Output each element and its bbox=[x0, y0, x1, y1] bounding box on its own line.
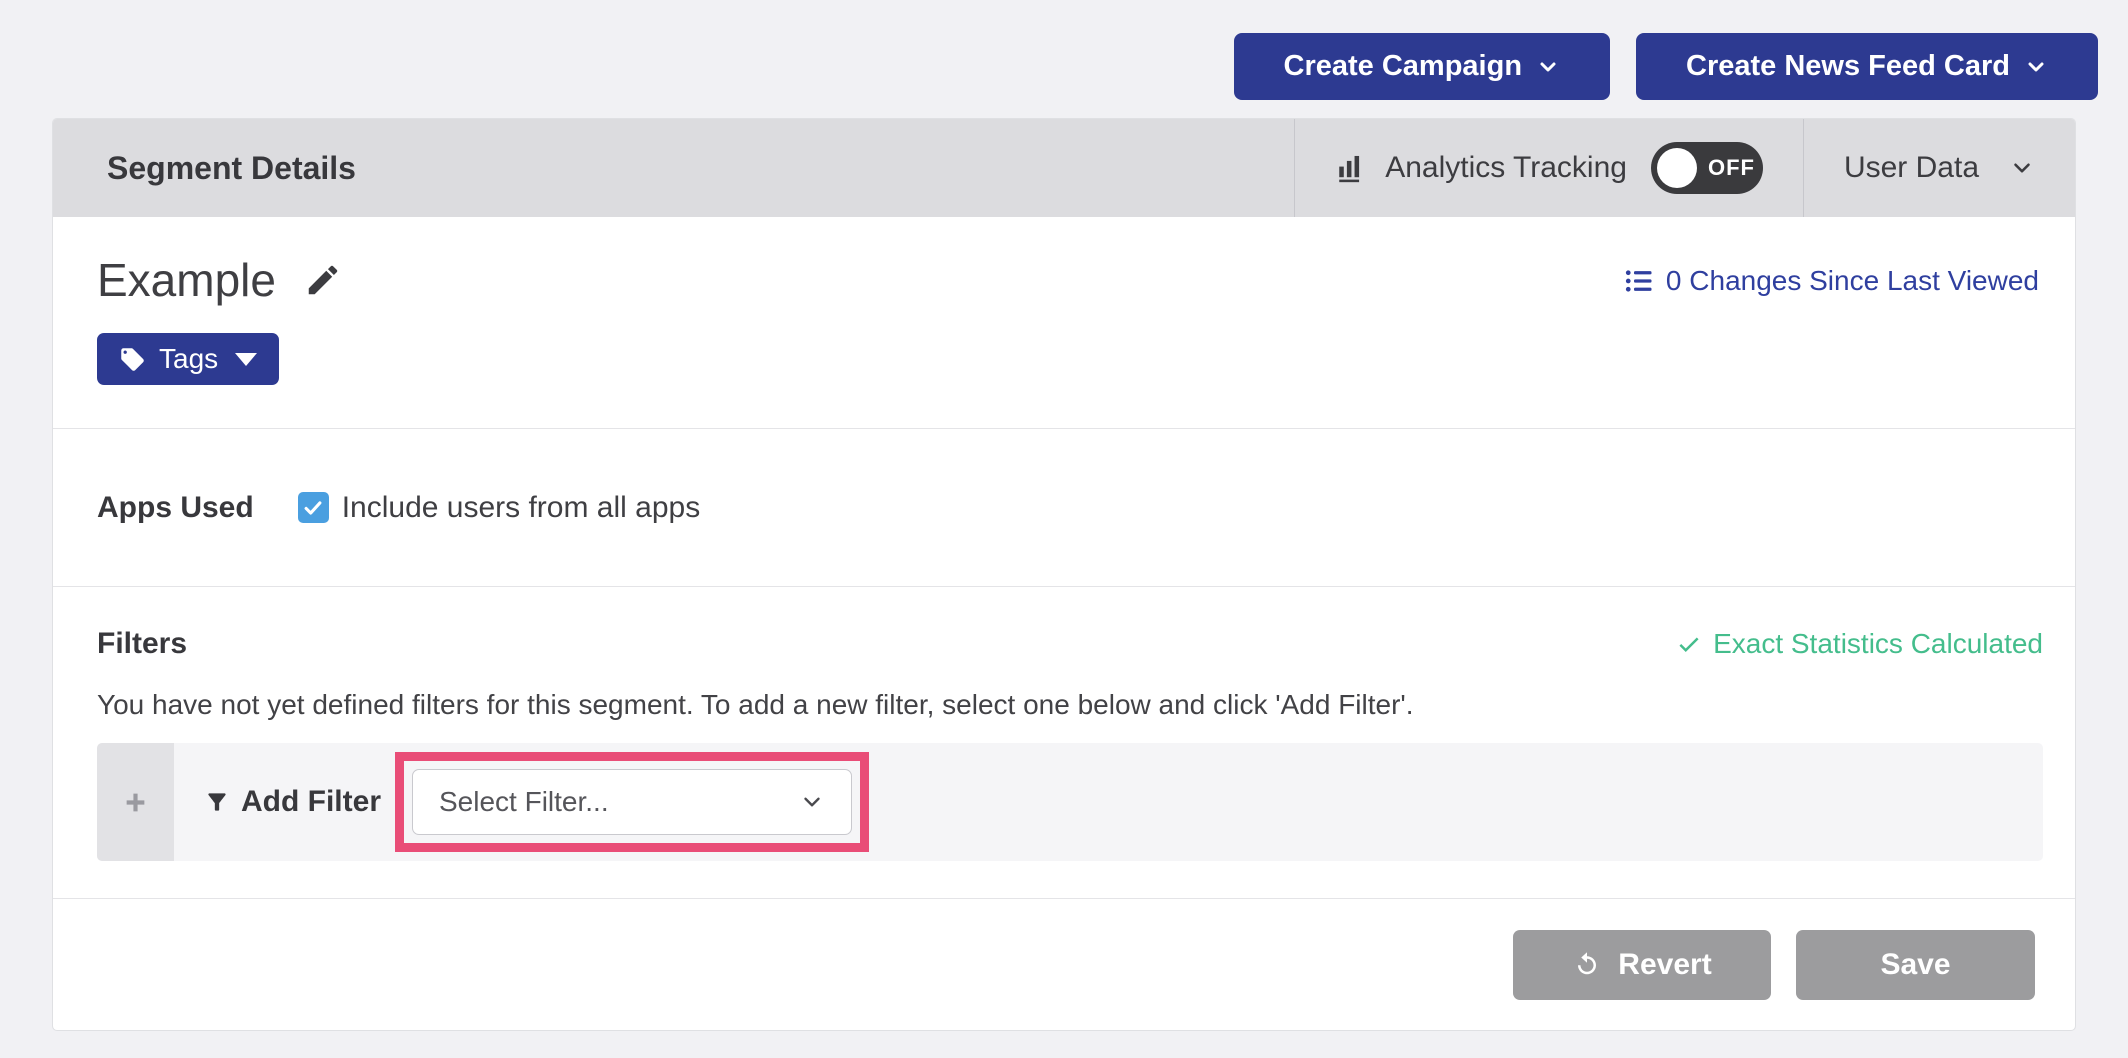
funnel-icon bbox=[204, 789, 230, 815]
page-title: Segment Details bbox=[53, 119, 356, 217]
changes-link-label: 0 Changes Since Last Viewed bbox=[1666, 265, 2039, 297]
exact-statistics-label: Exact Statistics Calculated bbox=[1713, 628, 2043, 660]
user-data-label: User Data bbox=[1844, 151, 1979, 185]
tags-label: Tags bbox=[159, 343, 218, 375]
create-campaign-button[interactable]: Create Campaign bbox=[1234, 33, 1611, 100]
revert-icon bbox=[1572, 950, 1602, 980]
filters-title: Filters bbox=[97, 627, 187, 661]
highlight-annotation-box: Select Filter... bbox=[395, 752, 869, 852]
card-footer: Revert Save bbox=[53, 898, 2075, 1031]
pencil-icon bbox=[304, 261, 342, 299]
filters-section: Filters Exact Statistics Calculated You … bbox=[53, 586, 2075, 898]
save-label: Save bbox=[1880, 948, 1950, 982]
create-news-feed-card-label: Create News Feed Card bbox=[1686, 50, 2010, 83]
title-left: Example Tags bbox=[97, 257, 342, 385]
title-section: Example Tags 0 Changes bbox=[53, 217, 2075, 428]
exact-statistics-status: Exact Statistics Calculated bbox=[1676, 628, 2043, 660]
include-all-apps-label: Include users from all apps bbox=[342, 491, 701, 525]
change-list-icon bbox=[1624, 266, 1654, 296]
chevron-down-icon bbox=[799, 789, 825, 815]
tag-icon bbox=[119, 346, 146, 373]
toggle-knob bbox=[1657, 148, 1697, 188]
include-all-apps-row: Include users from all apps bbox=[298, 491, 701, 525]
chevron-down-icon bbox=[1536, 55, 1560, 79]
analytics-tracking-toggle[interactable]: OFF bbox=[1651, 142, 1763, 194]
caret-down-icon bbox=[235, 353, 257, 366]
create-news-feed-card-button[interactable]: Create News Feed Card bbox=[1636, 33, 2098, 100]
select-filter-placeholder: Select Filter... bbox=[439, 786, 609, 818]
changes-since-last-viewed-link[interactable]: 0 Changes Since Last Viewed bbox=[1624, 265, 2039, 297]
save-button[interactable]: Save bbox=[1796, 930, 2035, 1000]
check-icon bbox=[1676, 631, 1702, 657]
include-all-apps-checkbox[interactable] bbox=[298, 492, 329, 523]
top-action-bar: Create Campaign Create News Feed Card bbox=[0, 0, 2128, 118]
select-filter-dropdown[interactable]: Select Filter... bbox=[412, 769, 852, 835]
add-filter-plus-button[interactable] bbox=[97, 743, 174, 861]
card-header: Segment Details Analytics Tracking OFF U… bbox=[53, 119, 2075, 217]
add-filter-row: Add Filter Select Filter... bbox=[97, 743, 2043, 861]
filters-empty-message: You have not yet defined filters for thi… bbox=[97, 689, 2043, 721]
analytics-tracking-section: Analytics Tracking OFF bbox=[1294, 119, 1803, 217]
add-filter-label-group: Add Filter bbox=[204, 785, 381, 819]
analytics-tracking-label: Analytics Tracking bbox=[1385, 151, 1627, 185]
toggle-state-label: OFF bbox=[1708, 155, 1755, 181]
revert-button[interactable]: Revert bbox=[1513, 930, 1771, 1000]
segment-details-card: Segment Details Analytics Tracking OFF U… bbox=[52, 118, 2076, 1031]
add-filter-label: Add Filter bbox=[241, 785, 381, 819]
revert-label: Revert bbox=[1618, 948, 1711, 982]
plus-icon bbox=[123, 790, 148, 815]
chevron-down-icon bbox=[2024, 55, 2048, 79]
apps-used-section: Apps Used Include users from all apps bbox=[53, 428, 2075, 586]
user-data-dropdown[interactable]: User Data bbox=[1803, 119, 2075, 217]
chevron-down-icon bbox=[2009, 155, 2035, 181]
bar-chart-icon bbox=[1335, 151, 1369, 185]
apps-used-label: Apps Used bbox=[97, 491, 254, 525]
segment-name: Example bbox=[97, 257, 276, 303]
check-icon bbox=[302, 497, 324, 519]
create-campaign-label: Create Campaign bbox=[1284, 50, 1523, 83]
card-header-right: Analytics Tracking OFF User Data bbox=[1294, 119, 2075, 217]
edit-name-button[interactable] bbox=[304, 261, 342, 299]
tags-button[interactable]: Tags bbox=[97, 333, 279, 385]
